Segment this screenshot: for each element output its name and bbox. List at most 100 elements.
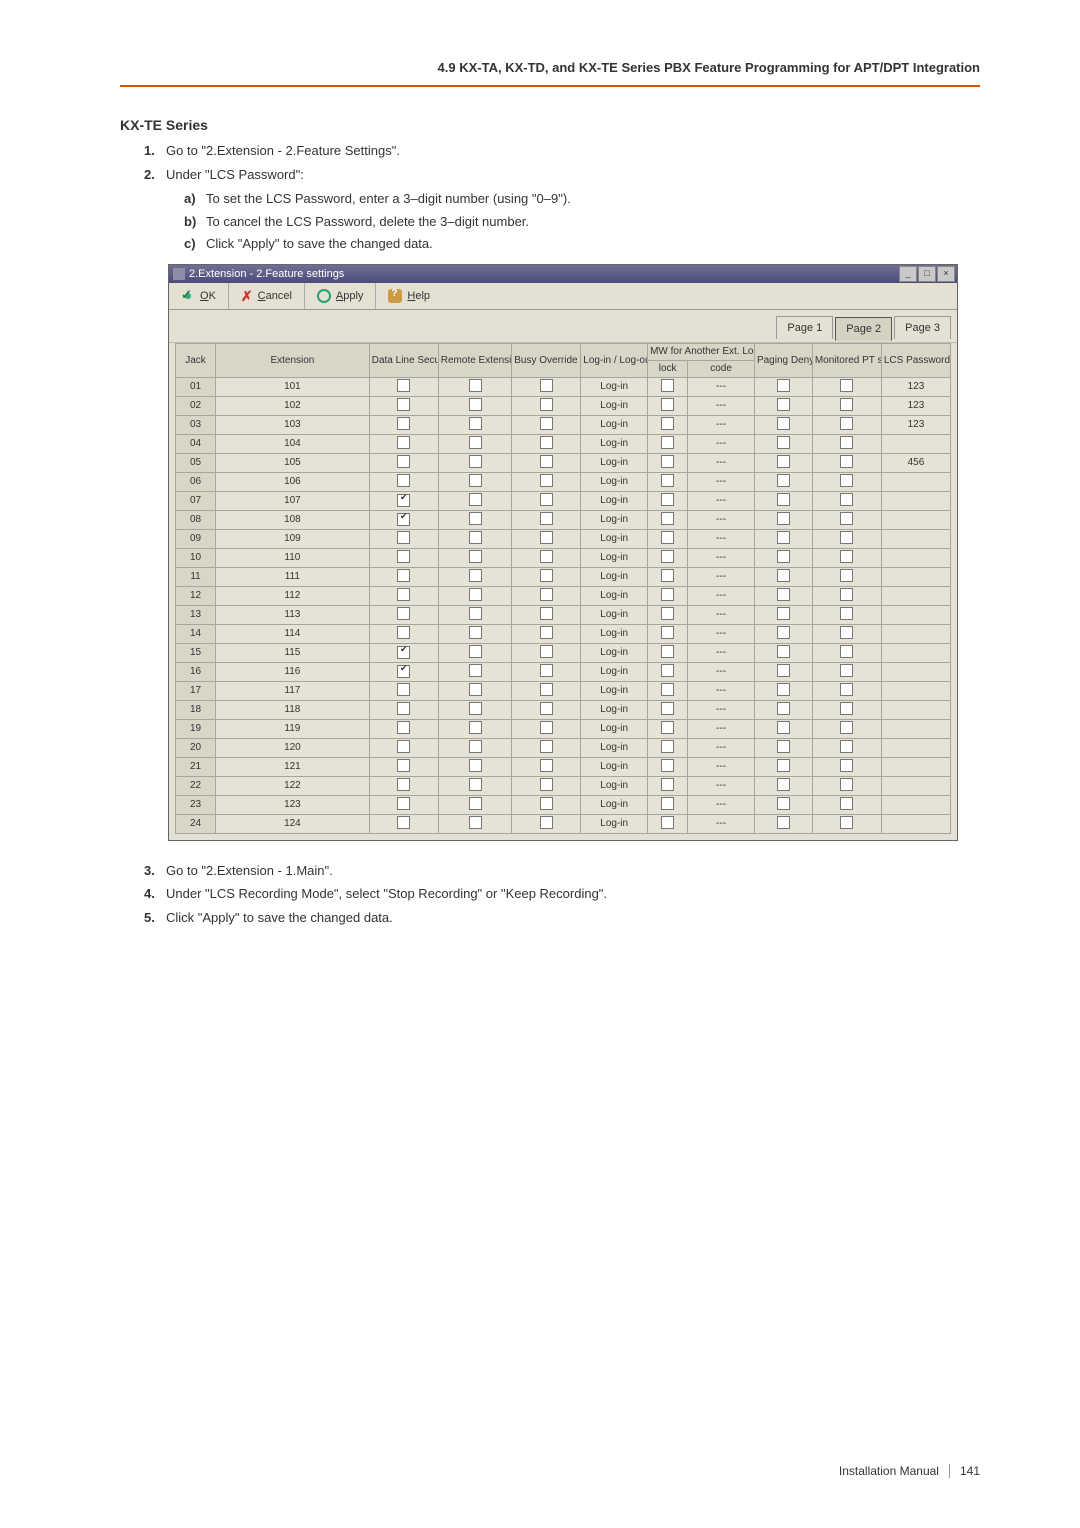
cell[interactable] <box>812 396 881 415</box>
checkbox[interactable] <box>469 816 482 829</box>
checkbox[interactable] <box>469 778 482 791</box>
cell[interactable] <box>812 434 881 453</box>
cell[interactable] <box>438 510 511 529</box>
cell[interactable] <box>812 453 881 472</box>
checkbox[interactable] <box>661 645 674 658</box>
checkbox[interactable] <box>840 493 853 506</box>
cell[interactable] <box>369 624 438 643</box>
cell[interactable] <box>438 586 511 605</box>
checkbox[interactable] <box>777 436 790 449</box>
cell[interactable] <box>648 605 688 624</box>
cell[interactable] <box>812 529 881 548</box>
cell[interactable] <box>812 681 881 700</box>
checkbox[interactable] <box>777 683 790 696</box>
cell[interactable] <box>754 377 812 396</box>
cell[interactable] <box>438 700 511 719</box>
cell[interactable] <box>648 776 688 795</box>
cell[interactable] <box>754 681 812 700</box>
cell[interactable] <box>812 472 881 491</box>
cell[interactable] <box>512 738 581 757</box>
cell[interactable] <box>512 643 581 662</box>
cell[interactable] <box>754 472 812 491</box>
cell[interactable] <box>648 472 688 491</box>
checkbox[interactable] <box>397 494 410 507</box>
cell[interactable] <box>369 795 438 814</box>
checkbox[interactable] <box>469 645 482 658</box>
cell[interactable] <box>438 548 511 567</box>
cell[interactable] <box>648 719 688 738</box>
checkbox[interactable] <box>777 797 790 810</box>
cell[interactable] <box>648 643 688 662</box>
cell[interactable] <box>512 396 581 415</box>
checkbox[interactable] <box>540 417 553 430</box>
checkbox[interactable] <box>661 702 674 715</box>
cell[interactable] <box>369 453 438 472</box>
cell[interactable] <box>648 434 688 453</box>
cell[interactable] <box>512 795 581 814</box>
checkbox[interactable] <box>397 588 410 601</box>
checkbox[interactable] <box>397 646 410 659</box>
cell[interactable] <box>512 434 581 453</box>
checkbox[interactable] <box>840 436 853 449</box>
cell[interactable] <box>754 529 812 548</box>
cell[interactable] <box>754 719 812 738</box>
cell[interactable] <box>438 681 511 700</box>
cell[interactable] <box>369 662 438 681</box>
checkbox[interactable] <box>540 759 553 772</box>
cell[interactable] <box>512 586 581 605</box>
checkbox[interactable] <box>840 398 853 411</box>
checkbox[interactable] <box>661 740 674 753</box>
checkbox[interactable] <box>540 531 553 544</box>
checkbox[interactable] <box>540 436 553 449</box>
checkbox[interactable] <box>540 607 553 620</box>
cell[interactable] <box>648 700 688 719</box>
checkbox[interactable] <box>469 455 482 468</box>
checkbox[interactable] <box>661 797 674 810</box>
checkbox[interactable] <box>840 455 853 468</box>
cell[interactable] <box>512 624 581 643</box>
cell[interactable] <box>512 776 581 795</box>
checkbox[interactable] <box>661 588 674 601</box>
checkbox[interactable] <box>469 721 482 734</box>
cell[interactable] <box>754 776 812 795</box>
checkbox[interactable] <box>540 398 553 411</box>
checkbox[interactable] <box>840 683 853 696</box>
cell[interactable] <box>512 510 581 529</box>
checkbox[interactable] <box>540 379 553 392</box>
checkbox[interactable] <box>540 816 553 829</box>
cancel-button[interactable]: ✗ Cancel <box>229 283 305 309</box>
cell[interactable] <box>512 377 581 396</box>
checkbox[interactable] <box>469 664 482 677</box>
cell[interactable] <box>438 795 511 814</box>
cell[interactable] <box>438 776 511 795</box>
checkbox[interactable] <box>777 759 790 772</box>
checkbox[interactable] <box>540 626 553 639</box>
checkbox[interactable] <box>840 607 853 620</box>
cell[interactable] <box>812 643 881 662</box>
cell[interactable] <box>812 415 881 434</box>
checkbox[interactable] <box>469 626 482 639</box>
cell[interactable] <box>648 567 688 586</box>
cell[interactable] <box>369 434 438 453</box>
cell[interactable] <box>754 434 812 453</box>
checkbox[interactable] <box>661 683 674 696</box>
checkbox[interactable] <box>840 740 853 753</box>
checkbox[interactable] <box>661 607 674 620</box>
checkbox[interactable] <box>777 493 790 506</box>
checkbox[interactable] <box>397 702 410 715</box>
cell[interactable] <box>812 548 881 567</box>
checkbox[interactable] <box>469 702 482 715</box>
checkbox[interactable] <box>661 398 674 411</box>
cell[interactable] <box>512 567 581 586</box>
checkbox[interactable] <box>540 569 553 582</box>
checkbox[interactable] <box>661 626 674 639</box>
cell[interactable] <box>812 586 881 605</box>
cell[interactable] <box>438 757 511 776</box>
checkbox[interactable] <box>777 417 790 430</box>
checkbox[interactable] <box>777 626 790 639</box>
cell[interactable] <box>512 415 581 434</box>
checkbox[interactable] <box>540 721 553 734</box>
checkbox[interactable] <box>397 455 410 468</box>
checkbox[interactable] <box>540 683 553 696</box>
checkbox[interactable] <box>540 645 553 658</box>
